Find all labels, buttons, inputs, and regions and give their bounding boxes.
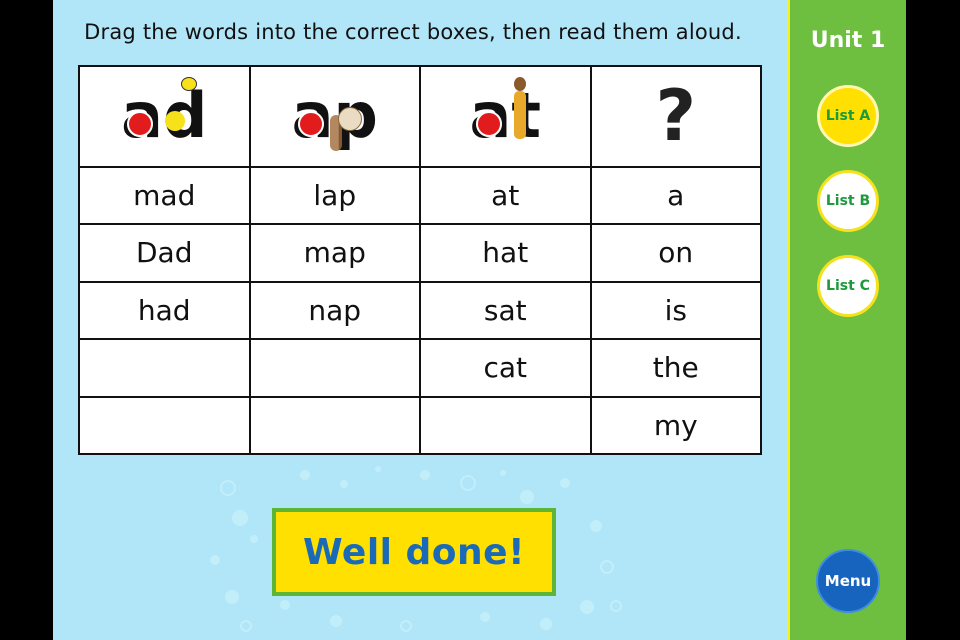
list-c-button[interactable]: List C [817,255,879,317]
question-mark-icon: ? [655,75,697,158]
word-card[interactable]: Dad [78,223,251,283]
apple-icon [475,111,502,138]
bubble-decoration-dot [400,620,412,632]
lady-figure-icon [513,91,526,140]
apple-icon [297,111,324,138]
word-card[interactable]: on [589,223,762,283]
bubble-decoration-dot [232,510,248,526]
word-card[interactable]: is [589,280,762,341]
bubble-decoration-dot [610,600,622,612]
list-b-button[interactable]: List B [817,170,879,232]
menu-button[interactable]: Menu [816,549,880,613]
word-row: mad lap at a [78,165,762,226]
empty-drop-box[interactable] [78,338,251,398]
bubble-decoration-dot [210,555,220,565]
word-row: cat the [78,338,762,398]
header-cell-ad: ad [78,65,251,168]
empty-drop-box[interactable] [419,395,592,456]
bubble-decoration-dot [460,475,476,491]
header-row: ad ap at [78,65,762,168]
unit-title: Unit 1 [810,28,886,53]
letterbox-right [906,0,960,640]
header-cell-other: ? [589,65,762,168]
word-card[interactable]: mad [78,165,251,226]
empty-drop-box[interactable] [248,338,421,398]
apple-dog-letters-icon: ap [292,85,378,152]
bubble-decoration-dot [240,620,252,632]
list-a-button[interactable]: List A [817,85,879,147]
word-card[interactable]: a [589,165,762,226]
bubble-decoration-dot [500,470,506,476]
lady-head-icon [513,77,526,92]
bubble-decoration-dot [375,466,381,472]
bubble-decoration-dot [590,520,602,532]
apple-lady-letters-icon: at [470,77,541,147]
header-cell-at: at [419,65,592,168]
bubble-decoration-dot [520,490,534,504]
bubble-decoration-dot [220,480,236,496]
dog-face-icon [337,107,362,132]
bubble-decoration-dot [340,480,348,488]
bubble-decoration-dot [420,470,430,480]
word-card[interactable]: my [589,395,762,456]
sorting-table: ad ap at [78,65,762,456]
bubble-decoration-dot [280,600,290,610]
bubble-decoration-dot [480,612,490,622]
letterbox-left [0,0,53,640]
word-card[interactable]: the [589,338,762,398]
bubble-decoration-dot [225,590,239,604]
feedback-banner: Well done! [272,508,556,596]
bubble-decoration-dot [300,470,310,480]
bubble-decoration-dot [600,560,614,574]
empty-drop-box[interactable] [78,395,251,456]
sidebar-panel: Unit 1 List A List B List C Menu [790,0,906,640]
word-row: my [78,395,762,456]
apple-duck-letters-icon: ad [121,77,207,147]
word-row: Dad map hat on [78,223,762,283]
empty-drop-box[interactable] [248,395,421,456]
word-card[interactable]: at [419,165,592,226]
bubble-decoration-dot [560,478,570,488]
word-card[interactable]: cat [419,338,592,398]
word-card[interactable]: had [78,280,251,341]
bubble-decoration-dot [250,535,258,543]
word-row: had nap sat is [78,280,762,341]
feedback-text: Well done! [302,531,526,573]
word-card[interactable]: nap [248,280,421,341]
word-card[interactable]: map [248,223,421,283]
activity-area: Drag the words into the correct boxes, t… [53,0,787,640]
instruction-text: Drag the words into the correct boxes, t… [84,20,742,44]
word-card[interactable]: hat [419,223,592,283]
header-cell-ap: ap [248,65,421,168]
bubble-decoration-dot [580,600,594,614]
bubble-decoration-dot [330,615,342,627]
bubble-decoration-dot [540,618,552,630]
word-card[interactable]: sat [419,280,592,341]
word-card[interactable]: lap [248,165,421,226]
